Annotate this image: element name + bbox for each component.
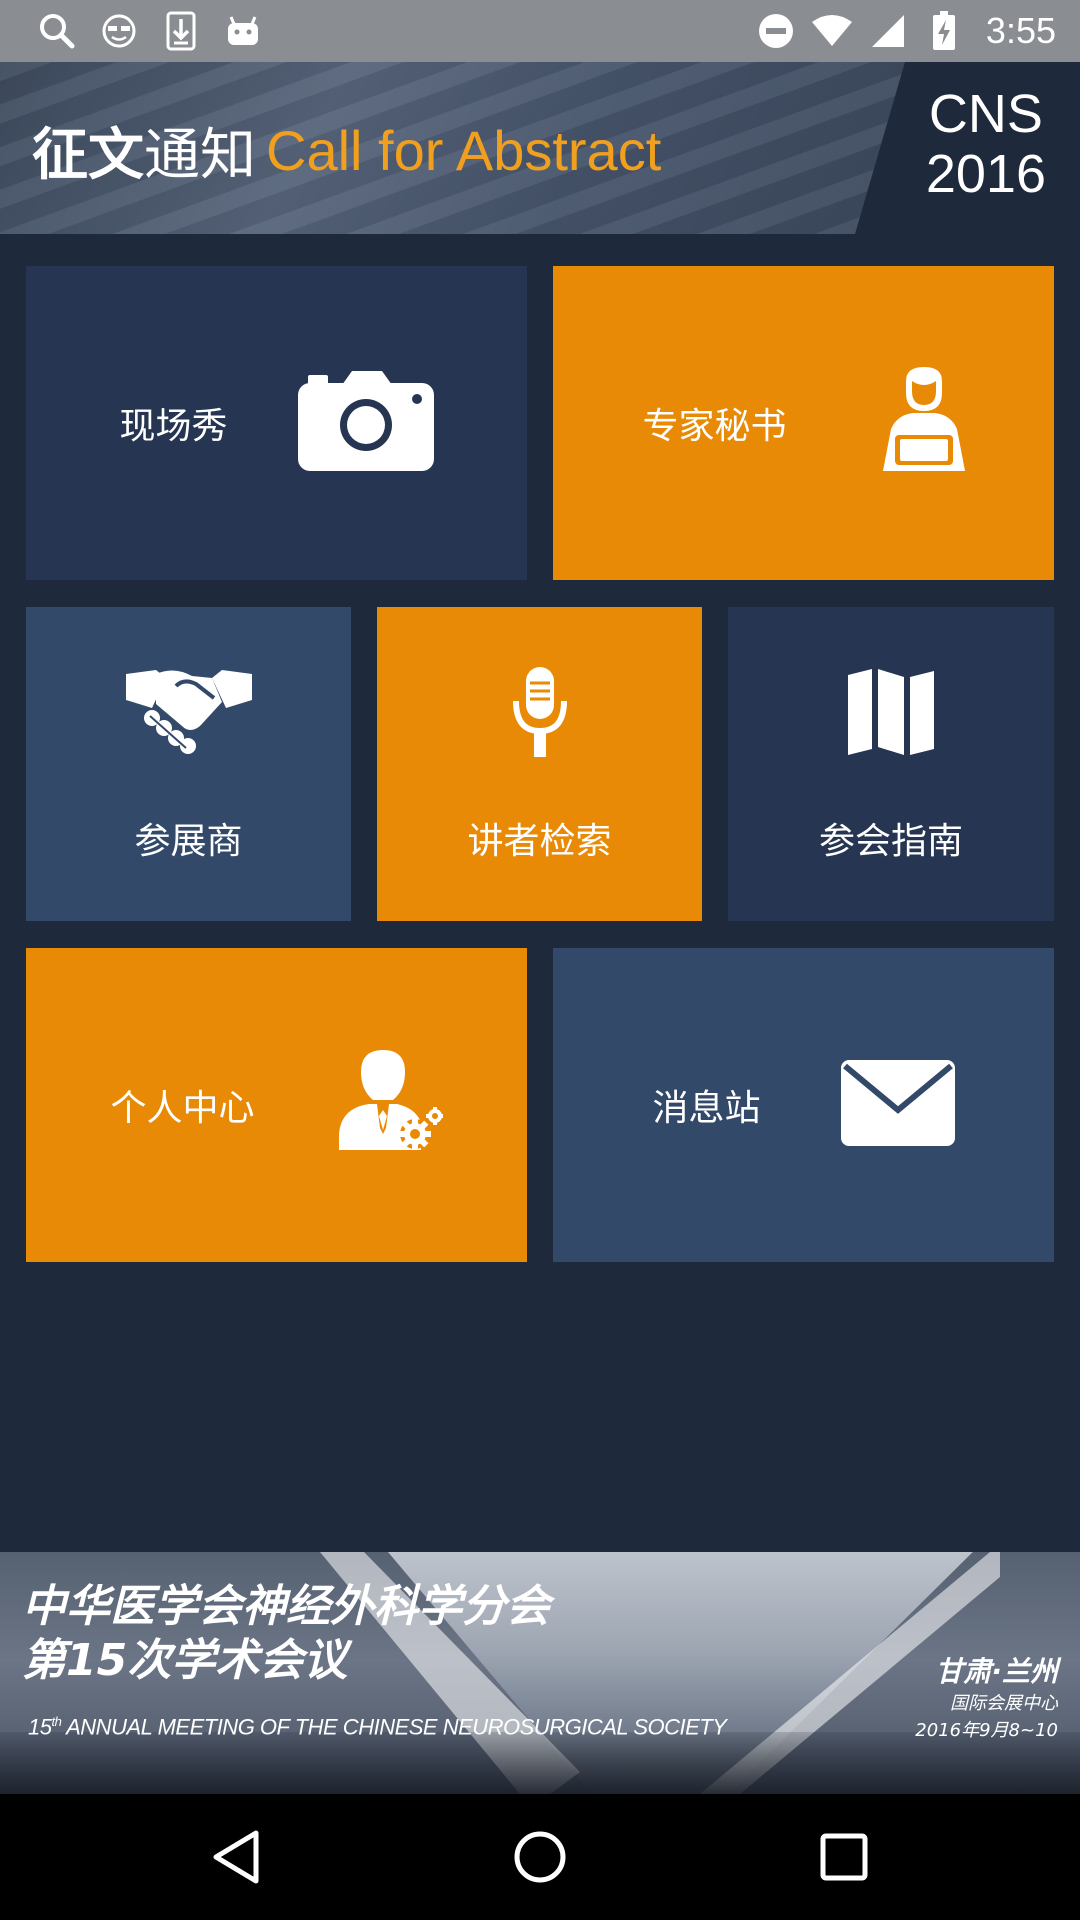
back-icon[interactable] [203,1824,269,1890]
banner-subtitle-english: 15th ANNUAL MEETING OF THE CHINESE NEURO… [28,1714,727,1740]
tile-label: 专家秘书 [642,406,787,447]
banner-title-line1: 中华医学会神经外科学分会 [22,1581,550,1632]
home-icon[interactable] [507,1824,573,1890]
title-bold: 征文 [32,122,144,188]
microphone-icon [512,664,568,760]
tile-exhibitors[interactable]: 参展商 [26,607,351,921]
banner-city: 甘肃·兰州 [935,1655,1058,1688]
header-banner[interactable]: 征文 通知 Call for Abstract CNS 2016 [0,62,1080,234]
banner-subtitle-text: ANNUAL MEETING OF THE CHINESE NEUROSURGI… [61,1714,727,1740]
map-icon [848,664,934,760]
secretary-icon [882,367,965,479]
banner-title: 中华医学会神经外科学分会 第15次学术会议 [22,1580,550,1688]
banner-subtitle-num: 15 [28,1714,52,1740]
recents-icon[interactable] [811,1824,877,1890]
search-icon [26,0,88,62]
tile-message-station[interactable]: 消息站 [553,948,1054,1262]
tile-label: 参会指南 [818,821,963,862]
status-bar: 3:55 [0,0,1080,62]
tile-live-show[interactable]: 现场秀 [26,266,527,580]
banner-venue: 国际会展中心 [950,1693,1058,1714]
tile-label: 现场秀 [119,406,228,447]
cns-badge: CNS 2016 [926,84,1046,204]
tile-label: 参展商 [134,821,243,862]
glasses-face-icon [88,0,150,62]
cns-badge-year: 2016 [925,144,1046,204]
tile-label: 个人中心 [110,1088,255,1129]
tile-attendee-guide[interactable]: 参会指南 [728,607,1054,921]
tile-label: 讲者检索 [467,821,612,862]
tile-personal-center[interactable]: 个人中心 [26,948,527,1262]
android-icon [212,0,274,62]
navigation-bar [0,1794,1080,1920]
envelope-icon [840,1060,955,1150]
page-title: 征文 通知 Call for Abstract [32,110,661,190]
do-not-disturb-icon [748,0,804,62]
user-settings-icon [338,1050,444,1160]
signal-icon [860,0,916,62]
banner-date: 2016年9月8~10 [915,1720,1058,1741]
handshake-icon [125,664,252,760]
cns-badge-line1: CNS [928,84,1043,144]
camera-icon [297,371,434,475]
title-light: 通知 [144,122,256,188]
banner-subtitle-sup: th [51,1714,62,1729]
banner-title-line2: 第15次学术会议 [22,1635,348,1686]
tile-speaker-search[interactable]: 讲者检索 [377,607,702,921]
title-english: Call for Abstract [266,118,662,182]
tile-expert-secretary[interactable]: 专家秘书 [553,266,1054,580]
conference-banner[interactable]: 中华医学会神经外科学分会 第15次学术会议 15th ANNUAL MEETIN… [0,1552,1080,1794]
download-icon [150,0,212,62]
battery-charging-icon [916,0,972,62]
wifi-icon [804,0,860,62]
banner-location: 甘肃·兰州 国际会展中心 2016年9月8~10 [915,1654,1058,1744]
tile-label: 消息站 [652,1088,761,1129]
clock: 3:55 [985,10,1056,51]
